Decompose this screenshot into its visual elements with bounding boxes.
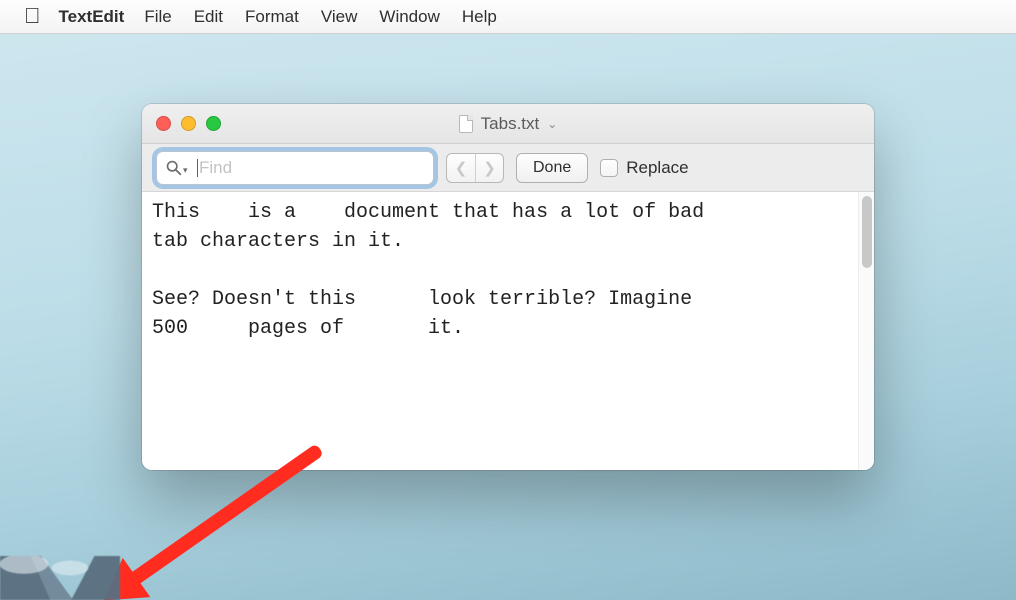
desktop-wallpaper-mountains xyxy=(0,556,120,600)
vertical-scrollbar[interactable] xyxy=(858,192,874,470)
close-window-button[interactable] xyxy=(156,116,171,131)
document-area: This is a document that has a lot of bad… xyxy=(142,192,874,470)
title-dropdown-icon[interactable]: ⌄ xyxy=(547,117,557,131)
find-prev-next: ❮ ❯ xyxy=(446,153,504,183)
menu-view[interactable]: View xyxy=(321,7,358,27)
scrollbar-thumb[interactable] xyxy=(862,196,872,268)
menu-window[interactable]: Window xyxy=(379,7,439,27)
zoom-window-button[interactable] xyxy=(206,116,221,131)
window-title: Tabs.txt xyxy=(481,114,540,134)
done-button-label: Done xyxy=(533,159,571,177)
app-menu[interactable]: TextEdit xyxy=(59,7,125,27)
find-input[interactable] xyxy=(199,152,425,184)
replace-label: Replace xyxy=(626,158,688,178)
search-options-icon[interactable]: ▾ xyxy=(183,165,188,176)
search-icon xyxy=(165,159,183,177)
replace-toggle[interactable]: Replace xyxy=(600,158,688,178)
minimize-window-button[interactable] xyxy=(181,116,196,131)
title-bar[interactable]: Tabs.txt ⌄ xyxy=(142,104,874,144)
find-search-field[interactable]: ▾ xyxy=(156,151,434,185)
menu-edit[interactable]: Edit xyxy=(194,7,223,27)
menu-help[interactable]: Help xyxy=(462,7,497,27)
menu-format[interactable]: Format xyxy=(245,7,299,27)
find-previous-button[interactable]: ❮ xyxy=(447,154,475,182)
find-next-button[interactable]: ❯ xyxy=(475,154,503,182)
replace-checkbox[interactable] xyxy=(600,159,618,177)
textedit-window: Tabs.txt ⌄ ▾ ❮ ❯ Done Replace This is a xyxy=(142,104,874,470)
find-bar: ▾ ❮ ❯ Done Replace xyxy=(142,144,874,192)
apple-menu-icon[interactable]:  xyxy=(24,5,41,27)
document-icon xyxy=(459,115,473,133)
document-text[interactable]: This is a document that has a lot of bad… xyxy=(142,192,858,470)
text-cursor xyxy=(197,159,198,177)
menu-file[interactable]: File xyxy=(144,7,171,27)
menu-bar:  TextEdit File Edit Format View Window … xyxy=(0,0,1016,34)
done-button[interactable]: Done xyxy=(516,153,588,183)
